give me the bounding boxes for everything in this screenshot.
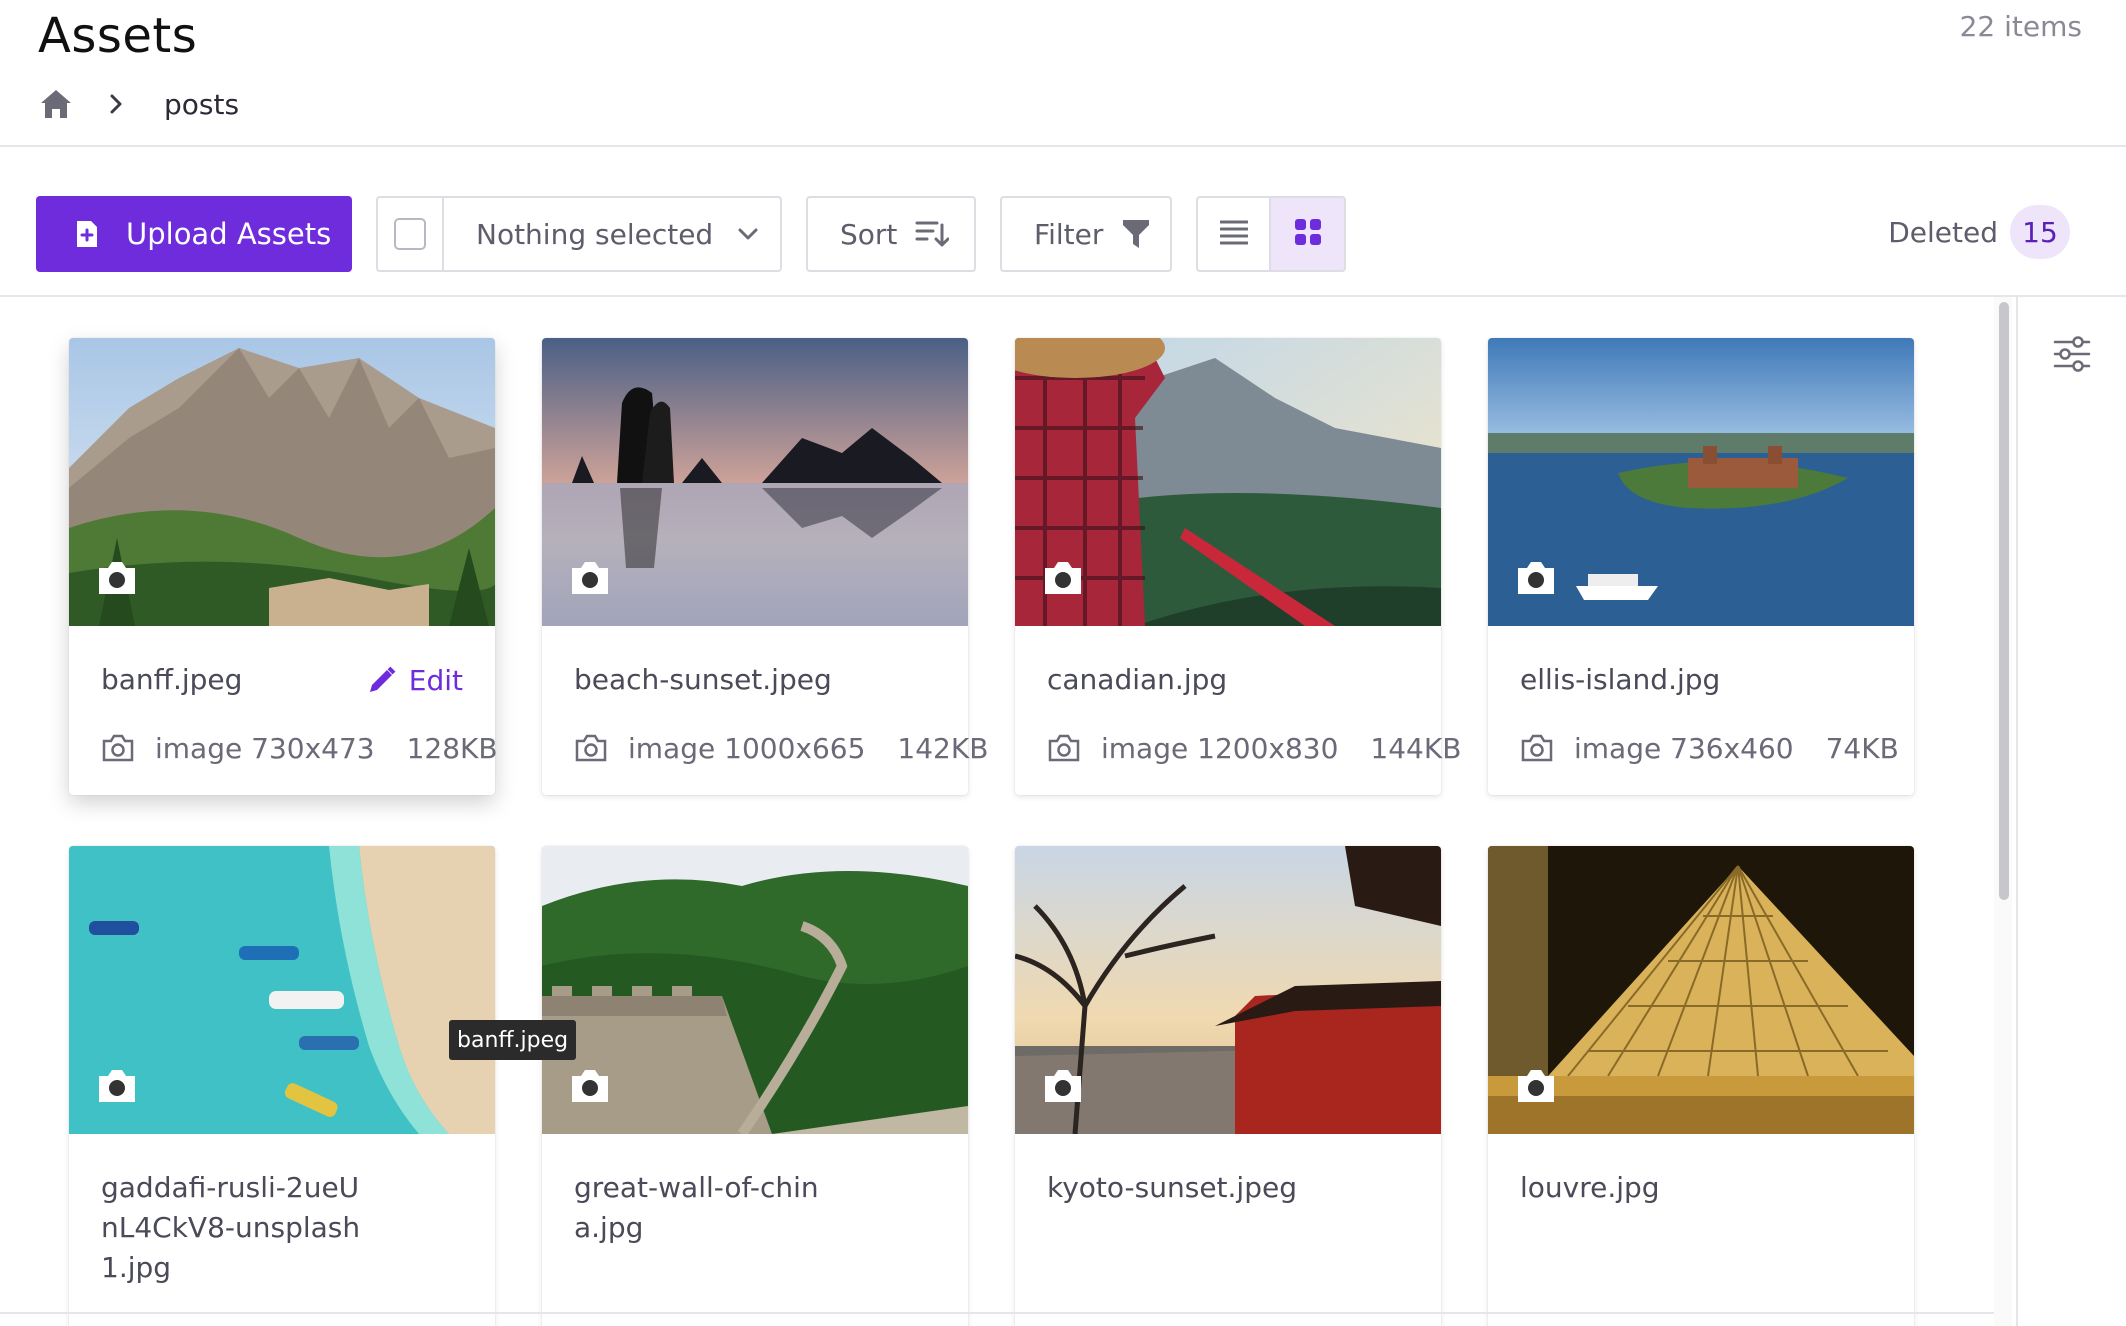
deleted-count-badge: 15	[2010, 205, 2070, 259]
asset-meta: image 1000x665 142KB	[574, 728, 988, 768]
asset-filename: kyoto-sunset.jpeg	[1047, 1171, 1297, 1204]
asset-meta: image 736x460 74KB	[1520, 728, 1899, 768]
sort-button[interactable]: Sort	[806, 196, 976, 272]
deleted-assets-link[interactable]: Deleted 15	[1888, 202, 2070, 262]
camera-outline-icon	[1520, 733, 1554, 763]
header-divider	[0, 145, 2126, 147]
chevron-down-icon	[737, 227, 759, 241]
edit-asset-button[interactable]: Edit	[367, 660, 463, 700]
asset-card[interactable]: gaddafi-rusli-2ueU nL4CkV8-unsplash 1.jp…	[69, 846, 495, 1326]
toolbar: Upload Assets Nothing selected Sort Filt…	[0, 196, 2126, 272]
asset-card[interactable]: ellis-island.jpg image 736x460 74KB	[1488, 338, 1914, 795]
asset-size: 144KB	[1370, 731, 1462, 765]
camera-icon	[95, 558, 139, 598]
upload-assets-button[interactable]: Upload Assets	[36, 196, 352, 272]
asset-filename: canadian.jpg	[1047, 663, 1228, 696]
asset-card[interactable]: louvre.jpg	[1488, 846, 1914, 1326]
asset-grid: banff.jpeg Edit image 730x473 128KB beac…	[0, 297, 1990, 1326]
asset-size: 142KB	[897, 731, 989, 765]
camera-icon	[1514, 1066, 1558, 1106]
asset-filename-line: nL4CkV8-unsplash	[101, 1211, 361, 1244]
camera-icon	[1041, 558, 1085, 598]
home-icon[interactable]	[38, 86, 74, 122]
asset-type: image	[155, 731, 243, 765]
asset-filename-line: 1.jpg	[101, 1251, 172, 1284]
asset-filename: great-wall-of-chin a.jpg	[574, 1168, 934, 1248]
asset-filename: louvre.jpg	[1520, 1171, 1660, 1204]
bottom-divider	[0, 1312, 1994, 1314]
asset-filename-line: a.jpg	[574, 1211, 644, 1244]
asset-meta: image 730x473 128KB	[101, 728, 498, 768]
file-plus-icon	[74, 218, 100, 250]
asset-filename-line: gaddafi-rusli-2ueU	[101, 1171, 360, 1204]
camera-outline-icon	[101, 733, 135, 763]
asset-filename: ellis-island.jpg	[1520, 663, 1721, 696]
bulk-select: Nothing selected	[376, 196, 782, 272]
asset-card[interactable]: kyoto-sunset.jpeg	[1015, 846, 1441, 1326]
asset-size: 74KB	[1825, 731, 1899, 765]
list-view-icon	[1219, 219, 1248, 249]
camera-icon	[1514, 558, 1558, 598]
sort-icon	[915, 219, 950, 249]
grid-view-icon	[1294, 218, 1322, 250]
list-view-button[interactable]	[1198, 198, 1271, 270]
asset-card[interactable]: banff.jpeg Edit image 730x473 128KB	[69, 338, 498, 795]
asset-dimensions: 1000x665	[724, 731, 866, 765]
camera-icon	[95, 1066, 139, 1106]
view-toggle	[1196, 196, 1346, 272]
asset-meta: image 1200x830 144KB	[1047, 728, 1461, 768]
camera-icon	[568, 558, 612, 598]
asset-card[interactable]: canadian.jpg image 1200x830 144KB	[1015, 338, 1461, 795]
filter-button[interactable]: Filter	[1000, 196, 1172, 272]
camera-icon	[568, 1066, 612, 1106]
asset-filename: gaddafi-rusli-2ueU nL4CkV8-unsplash 1.jp…	[101, 1168, 461, 1288]
asset-type: image	[1101, 731, 1189, 765]
selection-dropdown[interactable]: Nothing selected	[476, 198, 759, 270]
sort-label: Sort	[840, 217, 898, 251]
upload-assets-label: Upload Assets	[126, 217, 332, 251]
filename-tooltip: banff.jpeg	[449, 1020, 577, 1060]
page-title: Assets	[38, 8, 198, 64]
breadcrumb-current[interactable]: posts	[164, 88, 239, 121]
select-all-cell	[378, 198, 444, 270]
grid-view-button[interactable]	[1271, 198, 1344, 270]
selection-dropdown-label: Nothing selected	[476, 217, 714, 251]
item-count: 22 items	[1959, 10, 2082, 43]
filter-label: Filter	[1034, 217, 1104, 251]
pencil-icon	[367, 665, 397, 695]
asset-type: image	[628, 731, 716, 765]
asset-filename: beach-sunset.jpeg	[574, 663, 832, 696]
asset-card[interactable]: beach-sunset.jpeg image 1000x665 142KB	[542, 338, 988, 795]
breadcrumb: posts	[38, 82, 239, 126]
edit-label: Edit	[408, 663, 463, 697]
asset-dimensions: 736x460	[1670, 731, 1794, 765]
side-panel-divider	[2016, 297, 2018, 1326]
deleted-label: Deleted	[1888, 215, 1998, 249]
camera-outline-icon	[1047, 733, 1081, 763]
filter-icon	[1121, 218, 1151, 250]
asset-type: image	[1574, 731, 1662, 765]
asset-card[interactable]: great-wall-of-chin a.jpg	[542, 846, 968, 1326]
asset-dimensions: 730x473	[251, 731, 375, 765]
camera-icon	[1041, 1066, 1085, 1106]
sliders-icon[interactable]	[2052, 334, 2092, 374]
asset-dimensions: 1200x830	[1197, 731, 1339, 765]
camera-outline-icon	[574, 733, 608, 763]
asset-size: 128KB	[406, 731, 498, 765]
scrollbar-thumb[interactable]	[1999, 302, 2009, 900]
select-all-checkbox[interactable]	[394, 218, 426, 250]
asset-filename-line: great-wall-of-chin	[574, 1171, 819, 1204]
chevron-right-icon	[104, 86, 128, 122]
asset-filename: banff.jpeg	[101, 663, 243, 696]
